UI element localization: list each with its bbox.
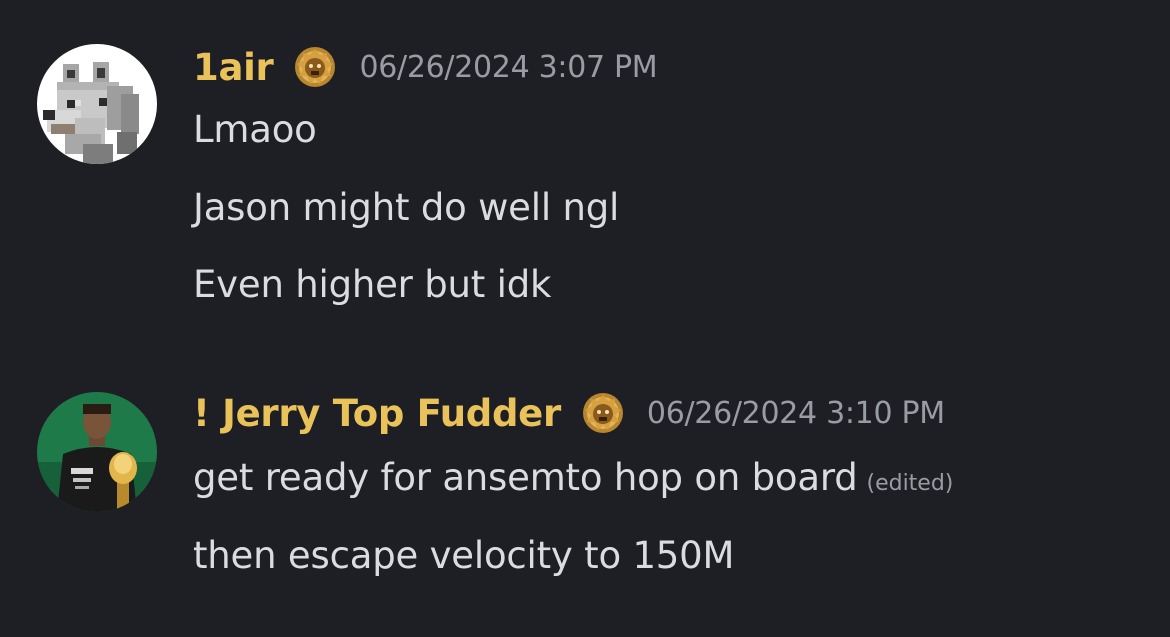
message-text: Even higher but idk: [193, 263, 552, 306]
lion-badge-icon[interactable]: [293, 45, 337, 89]
chat-messages: 1air 06/26/2024 3:07 PM Lmaoo Jason migh…: [0, 0, 1170, 637]
lion-badge-icon[interactable]: [581, 391, 625, 435]
message-header: 1air 06/26/2024 3:07 PM: [193, 42, 658, 92]
timestamp: 06/26/2024 3:10 PM: [646, 395, 945, 431]
edited-label: (edited): [866, 471, 954, 496]
message-text: Jason might do well ngl: [193, 186, 620, 229]
message-text-content: get ready for ansemto hop on board: [193, 456, 858, 499]
username[interactable]: ! Jerry Top Fudder: [193, 392, 561, 435]
player-photo-avatar-icon[interactable]: [37, 392, 157, 512]
message-header: ! Jerry Top Fudder 06/26/2024 3:10 PM: [193, 388, 945, 438]
message-text: then escape velocity to 150M: [193, 534, 735, 577]
timestamp: 06/26/2024 3:07 PM: [359, 49, 658, 85]
username[interactable]: 1air: [193, 46, 274, 89]
wolf-avatar-icon[interactable]: [37, 44, 157, 164]
message-text: get ready for ansemto hop on board (edite…: [193, 456, 953, 499]
message-text: Lmaoo: [193, 108, 317, 151]
